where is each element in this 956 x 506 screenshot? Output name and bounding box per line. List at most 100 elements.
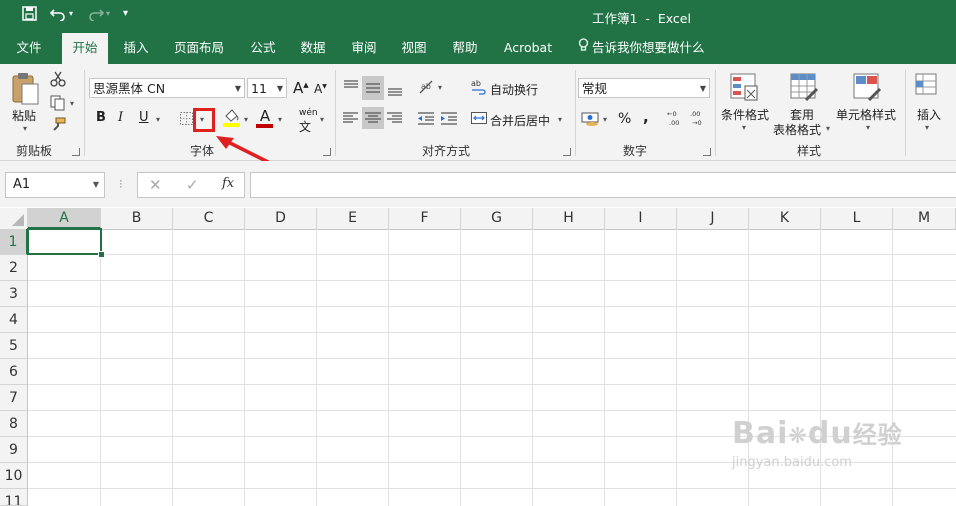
align-top-icon[interactable] [341, 78, 361, 101]
customize-qat-icon[interactable]: ▾ [123, 8, 128, 19]
column-header[interactable]: I [605, 208, 677, 229]
column-header[interactable]: C [173, 208, 245, 229]
merge-center-button[interactable]: 合并后居中 [490, 112, 550, 129]
tab-page-layout[interactable]: 页面布局 [167, 33, 231, 64]
column-header[interactable]: K [749, 208, 821, 229]
copy-dropdown-icon[interactable]: ▾ [70, 99, 74, 108]
tell-me-box[interactable]: 告诉我你想要做什么 [578, 33, 705, 64]
font-launcher-icon[interactable] [323, 148, 331, 156]
font-color-dropdown-icon[interactable]: ▾ [278, 115, 282, 124]
shrink-font-button[interactable]: A▼ [314, 82, 327, 96]
align-center-icon[interactable] [362, 107, 384, 129]
format-as-table-label-2[interactable]: 表格格式 [773, 121, 821, 138]
paste-icon[interactable] [10, 72, 40, 109]
wrap-text-icon[interactable]: ab [471, 78, 487, 99]
row-header[interactable]: 8 [0, 411, 28, 437]
conditional-formatting-icon[interactable] [729, 72, 759, 105]
column-header[interactable]: H [533, 208, 605, 229]
column-header[interactable]: G [461, 208, 533, 229]
cell-styles-dropdown-icon[interactable]: ▾ [866, 123, 870, 132]
comma-style-button[interactable]: , [643, 108, 649, 126]
orientation-icon[interactable]: ab [418, 79, 436, 98]
fill-handle[interactable] [98, 251, 105, 258]
align-left-icon[interactable] [341, 108, 361, 131]
format-as-table-dropdown-icon[interactable]: ▾ [826, 124, 830, 133]
phonetic-button[interactable]: wén 文 [299, 108, 318, 135]
format-painter-icon[interactable] [50, 117, 66, 136]
paste-button[interactable]: 粘贴 [12, 107, 36, 124]
column-header[interactable]: M [893, 208, 956, 229]
insert-cells-button[interactable]: 插入 [917, 106, 941, 123]
undo-dropdown-icon[interactable]: ▾ [69, 9, 73, 18]
cell-styles-icon[interactable] [852, 72, 882, 105]
tab-formulas[interactable]: 公式 [240, 33, 286, 64]
tab-review[interactable]: 审阅 [341, 33, 387, 64]
increase-indent-icon[interactable] [439, 108, 459, 131]
name-box[interactable]: A1 ▼ [5, 172, 105, 198]
insert-function-button[interactable]: fx [222, 176, 234, 191]
bold-button[interactable]: B [96, 110, 106, 125]
conditional-dropdown-icon[interactable]: ▾ [742, 123, 746, 132]
column-header[interactable]: F [389, 208, 461, 229]
percent-style-button[interactable]: % [618, 111, 631, 127]
row-header[interactable]: 6 [0, 359, 28, 385]
grow-font-button[interactable]: A▲ [293, 79, 309, 97]
row-header[interactable]: 5 [0, 333, 28, 359]
tab-help[interactable]: 帮助 [442, 33, 488, 64]
tab-acrobat[interactable]: Acrobat [497, 33, 559, 64]
tab-home[interactable]: 开始 [62, 33, 108, 64]
fill-color-dropdown-icon[interactable]: ▾ [244, 115, 248, 124]
tab-data[interactable]: 数据 [290, 33, 336, 64]
paste-dropdown-icon[interactable]: ▾ [23, 124, 27, 133]
font-name-select[interactable]: 思源黑体 CN ▼ [89, 78, 245, 98]
phonetic-dropdown-icon[interactable]: ▾ [320, 115, 324, 124]
alignment-launcher-icon[interactable] [563, 148, 571, 156]
accounting-format-icon[interactable] [581, 109, 601, 130]
wrap-text-button[interactable]: 自动换行 [490, 81, 538, 98]
tab-view[interactable]: 视图 [391, 33, 437, 64]
row-header[interactable]: 3 [0, 281, 28, 307]
active-cell-a1[interactable] [27, 228, 102, 255]
row-header[interactable]: 10 [0, 463, 28, 489]
insert-cells-dropdown-icon[interactable]: ▾ [925, 123, 929, 132]
orientation-dropdown-icon[interactable]: ▾ [438, 83, 442, 92]
more-options-icon[interactable]: ⁝ [119, 177, 123, 191]
column-header[interactable]: E [317, 208, 389, 229]
tab-insert[interactable]: 插入 [113, 33, 159, 64]
row-header[interactable]: 4 [0, 307, 28, 333]
cancel-icon[interactable]: ✕ [149, 176, 162, 194]
increase-decimal-icon[interactable]: ←0.00 [667, 108, 687, 131]
row-header[interactable]: 9 [0, 437, 28, 463]
insert-cells-icon[interactable] [914, 72, 942, 103]
accounting-dropdown-icon[interactable]: ▾ [603, 115, 607, 124]
clipboard-launcher-icon[interactable] [72, 148, 80, 156]
decrease-decimal-icon[interactable]: .00 →0 [690, 108, 710, 131]
number-format-select[interactable]: 常规 ▼ [578, 78, 710, 98]
cell-styles-button[interactable]: 单元格样式 [836, 106, 896, 123]
row-header[interactable]: 7 [0, 385, 28, 411]
row-header[interactable]: 11 [0, 489, 28, 506]
column-header[interactable]: D [245, 208, 317, 229]
align-middle-icon[interactable] [362, 76, 384, 100]
align-bottom-icon[interactable] [385, 78, 405, 101]
save-icon[interactable] [22, 6, 37, 25]
number-launcher-icon[interactable] [703, 148, 711, 156]
column-header[interactable]: L [821, 208, 893, 229]
align-right-icon[interactable] [385, 108, 405, 131]
underline-button[interactable]: U [139, 110, 149, 125]
conditional-formatting-button[interactable]: 条件格式 [721, 106, 769, 123]
merge-dropdown-icon[interactable]: ▾ [558, 115, 562, 124]
italic-button[interactable]: I [118, 110, 123, 125]
row-header[interactable]: 2 [0, 255, 28, 281]
fill-color-icon[interactable] [223, 108, 241, 131]
redo-dropdown-icon[interactable]: ▾ [106, 9, 110, 18]
column-header[interactable]: J [677, 208, 749, 229]
column-header[interactable]: B [101, 208, 173, 229]
chevron-down-icon[interactable]: ▼ [93, 173, 99, 197]
tab-file[interactable]: 文件 [6, 33, 52, 64]
font-color-button[interactable]: A [256, 107, 274, 128]
copy-icon[interactable] [50, 95, 66, 114]
enter-icon[interactable]: ✓ [186, 176, 199, 194]
formula-input[interactable] [250, 172, 956, 198]
borders-icon[interactable] [180, 112, 193, 128]
